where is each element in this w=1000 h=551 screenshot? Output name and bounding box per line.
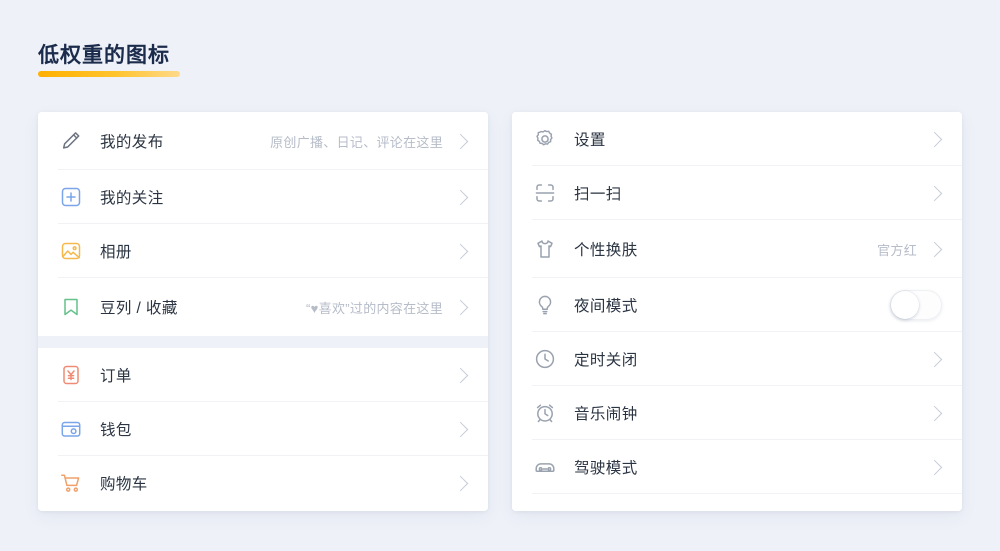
alarm-clock-icon [532, 400, 558, 426]
group-separator [38, 336, 488, 348]
menu-row-label: 豆列 / 收藏 [100, 296, 306, 318]
menu-row[interactable]: 设置 [512, 112, 962, 166]
menu-row-label: 相册 [100, 240, 453, 262]
menu-row[interactable]: 音乐闹钟 [512, 386, 962, 440]
menu-row[interactable]: 个性换肤官方红 [512, 220, 962, 278]
left-menu-card: 我的发布原创广播、日记、评论在这里我的关注相册豆列 / 收藏“♥喜欢”过的内容在… [38, 112, 488, 511]
menu-group: 我的发布原创广播、日记、评论在这里我的关注相册豆列 / 收藏“♥喜欢”过的内容在… [38, 112, 488, 336]
menu-group: 设置扫一扫个性换肤官方红夜间模式定时关闭音乐闹钟驾驶模式优惠券 [512, 112, 962, 511]
menu-row-label: 定时关闭 [574, 348, 927, 370]
menu-row[interactable]: 扫一扫 [512, 166, 962, 220]
menu-row-label: 我的发布 [100, 130, 270, 152]
bookmark-icon [58, 294, 84, 320]
menu-row-value: “♥喜欢”过的内容在这里 [306, 298, 443, 317]
menu-row-label: 驾驶模式 [574, 456, 927, 478]
menu-row-value: 官方红 [877, 240, 917, 259]
tshirt-icon [532, 236, 558, 262]
photo-icon [58, 238, 84, 264]
page-title-block: 低权重的图标 [38, 42, 170, 73]
menu-row[interactable]: 订单 [38, 348, 488, 402]
toggle-knob [891, 291, 919, 319]
scan-icon [532, 180, 558, 206]
menu-row[interactable]: 我的关注 [38, 170, 488, 224]
menu-row-label: 个性换肤 [574, 238, 877, 260]
chevron-right-icon [453, 299, 469, 315]
menu-row-value: 原创广播、日记、评论在这里 [270, 132, 443, 151]
chevron-right-icon [927, 351, 943, 367]
chevron-right-icon [927, 459, 943, 475]
menu-row-label: 设置 [574, 128, 927, 150]
pencil-icon [58, 128, 84, 154]
menu-row[interactable]: 豆列 / 收藏“♥喜欢”过的内容在这里 [38, 278, 488, 336]
menu-row-label: 优惠券 [574, 510, 927, 511]
plus-square-icon [58, 184, 84, 210]
chevron-right-icon [927, 131, 943, 147]
clock-icon [532, 346, 558, 372]
menu-group: 订单钱包购物车 [38, 348, 488, 510]
chevron-right-icon [453, 133, 469, 149]
night-mode-toggle[interactable] [890, 290, 942, 320]
yen-box-icon [58, 362, 84, 388]
shopping-cart-icon [58, 470, 84, 496]
bulb-icon [532, 292, 558, 318]
title-underline-decoration [38, 71, 180, 77]
chevron-right-icon [453, 475, 469, 491]
menu-row[interactable]: 定时关闭 [512, 332, 962, 386]
menu-row-label: 扫一扫 [574, 182, 927, 204]
menu-row-label: 购物车 [100, 472, 453, 494]
menu-row[interactable]: 驾驶模式 [512, 440, 962, 494]
chevron-right-icon [453, 243, 469, 259]
menu-row-label: 订单 [100, 364, 453, 386]
menu-row-label: 音乐闹钟 [574, 402, 927, 424]
menu-row[interactable]: 相册 [38, 224, 488, 278]
chevron-right-icon [927, 185, 943, 201]
right-menu-card: 设置扫一扫个性换肤官方红夜间模式定时关闭音乐闹钟驾驶模式优惠券 [512, 112, 962, 511]
chevron-right-icon [453, 367, 469, 383]
menu-row[interactable]: 我的发布原创广播、日记、评论在这里 [38, 112, 488, 170]
menu-row-label: 夜间模式 [574, 294, 890, 316]
chevron-right-icon [453, 421, 469, 437]
menu-row-label: 钱包 [100, 418, 453, 440]
chevron-right-icon [453, 189, 469, 205]
menu-row-label: 我的关注 [100, 186, 453, 208]
menu-row[interactable]: 钱包 [38, 402, 488, 456]
car-icon [532, 454, 558, 480]
page-title: 低权重的图标 [38, 42, 170, 73]
menu-row[interactable]: 夜间模式 [512, 278, 962, 332]
chevron-right-icon [927, 241, 943, 257]
menu-row[interactable]: 购物车 [38, 456, 488, 510]
wallet-icon [58, 416, 84, 442]
ticket-icon [532, 508, 558, 511]
menu-row[interactable]: 优惠券 [512, 494, 962, 511]
gear-icon [532, 126, 558, 152]
chevron-right-icon [927, 405, 943, 421]
